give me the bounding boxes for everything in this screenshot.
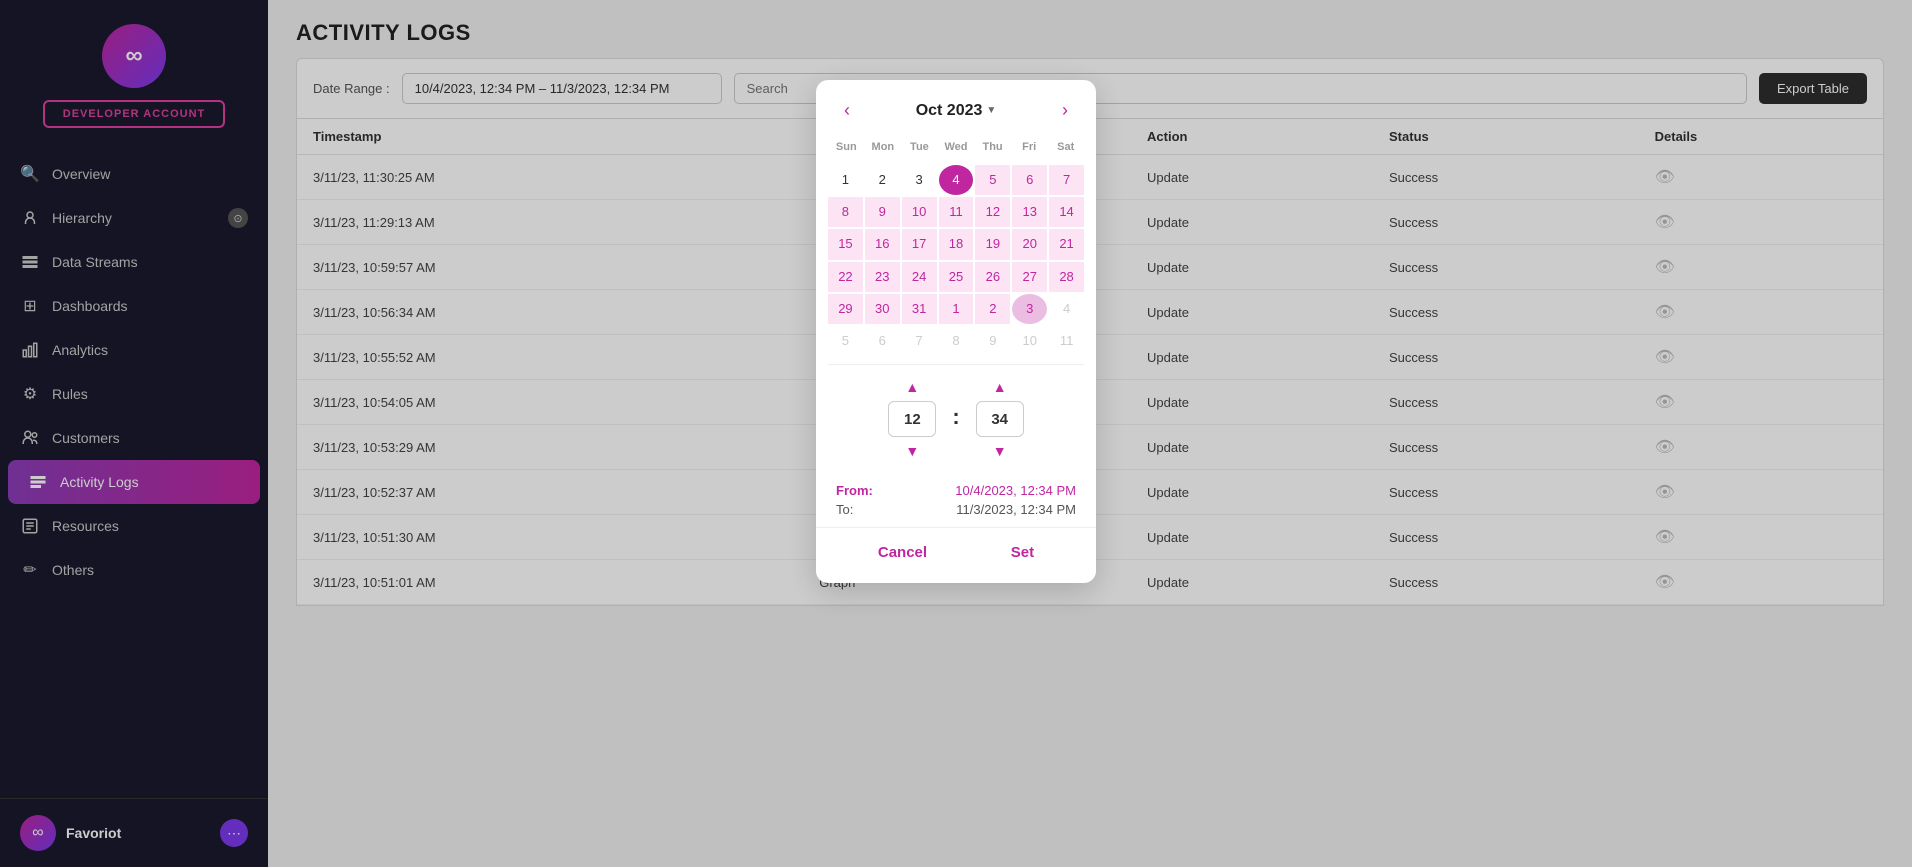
calendar-cell[interactable]: 3 [1012, 294, 1047, 324]
time-colon: : [952, 404, 959, 430]
calendar-cell[interactable]: 20 [1012, 229, 1047, 259]
cal-day-label: Wed [938, 137, 975, 157]
calendar-cell[interactable]: 7 [902, 326, 937, 356]
cal-day-label: Thu [974, 137, 1011, 157]
from-row: From: 10/4/2023, 12:34 PM [836, 483, 1076, 498]
cal-day-label: Sat [1047, 137, 1084, 157]
calendar-cell[interactable]: 31 [902, 294, 937, 324]
calendar-cell[interactable]: 13 [1012, 197, 1047, 227]
calendar-cell[interactable]: 11 [1049, 326, 1084, 356]
calendar-days-header: SunMonTueWedThuFriSat [816, 133, 1096, 161]
calendar-cell[interactable]: 1 [939, 294, 974, 324]
calendar-cell[interactable]: 28 [1049, 262, 1084, 292]
calendar-cell[interactable]: 26 [975, 262, 1010, 292]
calendar-prev-button[interactable]: ‹ [836, 96, 858, 125]
calendar-cell[interactable]: 2 [975, 294, 1010, 324]
calendar-cell[interactable]: 10 [902, 197, 937, 227]
calendar-cell[interactable]: 9 [975, 326, 1010, 356]
calendar-cell[interactable]: 2 [865, 165, 900, 195]
calendar-set-button[interactable]: Set [987, 538, 1058, 567]
calendar-dropdown-icon: ▼ [986, 105, 996, 116]
calendar-cell[interactable]: 9 [865, 197, 900, 227]
calendar-cell[interactable]: 1 [828, 165, 863, 195]
calendar-grid: 1234567891011121314151617181920212223242… [816, 161, 1096, 364]
calendar-next-button[interactable]: › [1054, 96, 1076, 125]
to-row: To: 11/3/2023, 12:34 PM [836, 502, 1076, 517]
calendar-cell[interactable]: 10 [1012, 326, 1047, 356]
calendar-cell[interactable]: 7 [1049, 165, 1084, 195]
cal-day-label: Mon [865, 137, 902, 157]
to-value: 11/3/2023, 12:34 PM [956, 502, 1076, 517]
calendar-cancel-button[interactable]: Cancel [854, 538, 951, 567]
calendar-cell[interactable]: 23 [865, 262, 900, 292]
calendar-overlay: ‹ Oct 2023 ▼ › SunMonTueWedThuFriSat 123… [0, 0, 1912, 867]
cal-day-label: Tue [901, 137, 938, 157]
calendar-cell[interactable]: 12 [975, 197, 1010, 227]
calendar-cell[interactable]: 17 [902, 229, 937, 259]
calendar-cell[interactable]: 29 [828, 294, 863, 324]
cal-day-label: Sun [828, 137, 865, 157]
calendar-cell[interactable]: 5 [975, 165, 1010, 195]
calendar-cell[interactable]: 18 [939, 229, 974, 259]
from-label: From: [836, 483, 873, 498]
calendar-cell[interactable]: 3 [902, 165, 937, 195]
hours-spinner: ▲ ▼ [888, 377, 936, 461]
calendar-cell[interactable]: 25 [939, 262, 974, 292]
calendar-cell[interactable]: 21 [1049, 229, 1084, 259]
calendar-cell[interactable]: 24 [902, 262, 937, 292]
calendar-cell[interactable]: 16 [865, 229, 900, 259]
minutes-down-button[interactable]: ▼ [991, 441, 1009, 461]
calendar-cell[interactable]: 8 [828, 197, 863, 227]
from-value: 10/4/2023, 12:34 PM [955, 483, 1076, 498]
calendar-cell[interactable]: 30 [865, 294, 900, 324]
calendar-cell[interactable]: 4 [939, 165, 974, 195]
calendar-time: ▲ ▼ : ▲ ▼ [816, 365, 1096, 473]
minutes-up-button[interactable]: ▲ [991, 377, 1009, 397]
calendar-cell[interactable]: 6 [865, 326, 900, 356]
calendar-actions: Cancel Set [816, 527, 1096, 583]
minutes-input[interactable] [976, 401, 1024, 437]
calendar-cell[interactable]: 19 [975, 229, 1010, 259]
to-label: To: [836, 502, 853, 517]
cal-day-label: Fri [1011, 137, 1048, 157]
calendar-cell[interactable]: 6 [1012, 165, 1047, 195]
calendar-header: ‹ Oct 2023 ▼ › [816, 80, 1096, 133]
calendar-cell[interactable]: 14 [1049, 197, 1084, 227]
minutes-spinner: ▲ ▼ [976, 377, 1024, 461]
calendar-cell[interactable]: 4 [1049, 294, 1084, 324]
calendar-cell[interactable]: 15 [828, 229, 863, 259]
hours-input[interactable] [888, 401, 936, 437]
calendar-cell[interactable]: 22 [828, 262, 863, 292]
calendar-footer-info: From: 10/4/2023, 12:34 PM To: 11/3/2023,… [816, 473, 1096, 527]
calendar-month-title: Oct 2023 ▼ [916, 102, 997, 120]
calendar-cell[interactable]: 27 [1012, 262, 1047, 292]
calendar-cell[interactable]: 11 [939, 197, 974, 227]
calendar-popup: ‹ Oct 2023 ▼ › SunMonTueWedThuFriSat 123… [816, 80, 1096, 583]
hours-up-button[interactable]: ▲ [903, 377, 921, 397]
calendar-cell[interactable]: 5 [828, 326, 863, 356]
hours-down-button[interactable]: ▼ [903, 441, 921, 461]
calendar-cell[interactable]: 8 [939, 326, 974, 356]
